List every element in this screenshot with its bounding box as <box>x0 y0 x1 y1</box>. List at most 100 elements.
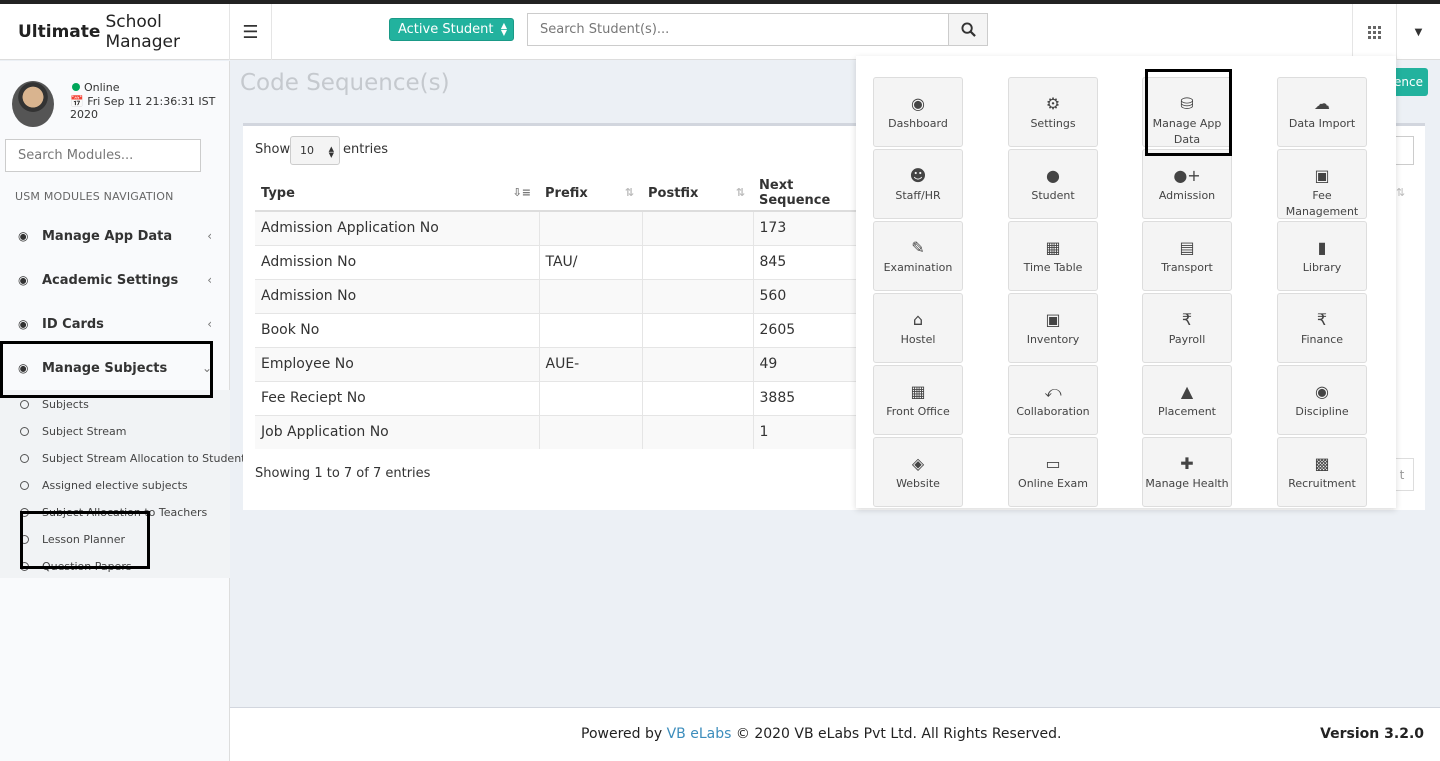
table-header-row: Type ⇩≡ Prefix ⇅ Postfix ⇅ Next Sequence <box>255 176 857 212</box>
app-tile-label: Hostel <box>900 333 936 346</box>
user-plus-icon: ●+ <box>1173 166 1201 185</box>
app-tile-label: Transport <box>1161 261 1213 274</box>
app-tile-admission[interactable]: ●+ Admission <box>1142 149 1232 219</box>
column-header-next-sequence[interactable]: Next Sequence <box>753 176 857 212</box>
app-tile-dashboard[interactable]: ◉ Dashboard <box>873 77 963 147</box>
student-search-input[interactable]: Search Student(s)... <box>527 13 949 46</box>
rupee-icon: ₹ <box>1316 310 1328 329</box>
sort-icon[interactable]: ⇅ <box>1396 186 1405 199</box>
app-tile-collaboration[interactable]: ⤺ Collaboration <box>1008 365 1098 435</box>
entries-length-select[interactable]: 10 ▲ ▼ <box>290 136 340 165</box>
header: Ultimate School Manager ☰ Active Student… <box>0 4 1440 60</box>
version-label: Version 3.2.0 <box>1320 726 1424 742</box>
app-tile-fee-management[interactable]: ▣ Fee Management <box>1277 149 1367 219</box>
code-sequence-table: Type ⇩≡ Prefix ⇅ Postfix ⇅ Next Sequence Ad… <box>255 176 858 449</box>
calendar-icon: 📅 <box>70 95 84 108</box>
sidebar-item-manage-app-data[interactable]: ◉ Manage App Data ‹ <box>0 216 230 256</box>
column-header-prefix[interactable]: Prefix ⇅ <box>539 176 642 212</box>
edit-icon: ✎ <box>911 238 925 257</box>
app-tile-label: Payroll <box>1168 333 1206 346</box>
cloud-upload-icon: ☁ <box>1314 94 1330 113</box>
app-tile-finance[interactable]: ₹ Finance <box>1277 293 1367 363</box>
powered-by-text: Powered by <box>581 726 663 742</box>
app-tile-front-office[interactable]: ▦ Front Office <box>873 365 963 435</box>
app-tile-student[interactable]: ● Student <box>1008 149 1098 219</box>
app-tile-recruitment[interactable]: ▩ Recruitment <box>1277 437 1367 507</box>
app-tile-website[interactable]: ◈ Website <box>873 437 963 507</box>
app-tile-label: Website <box>896 477 940 490</box>
entries-value: 10 <box>300 144 314 157</box>
nav-header: USM MODULES NAVIGATION <box>15 190 174 203</box>
dashboard-icon: ◉ <box>18 273 29 287</box>
dashboard-icon: ◉ <box>18 317 29 331</box>
cell-postfix <box>642 380 754 415</box>
page-title: Code Sequence(s) <box>240 70 450 96</box>
app-tile-staff-hr[interactable]: ☻ Staff/HR <box>873 149 963 219</box>
table-search-input[interactable] <box>1396 136 1414 165</box>
add-code-sequence-button[interactable]: ence <box>1392 68 1428 96</box>
cell-prefix: AUE- <box>539 346 643 381</box>
eye-icon: ◉ <box>1315 382 1329 401</box>
submenu-item-subjects[interactable]: Subjects <box>20 398 89 411</box>
app-tile-hostel[interactable]: ⌂ Hostel <box>873 293 963 363</box>
app-tile-data-import[interactable]: ☁ Data Import <box>1277 77 1367 147</box>
submenu-item-assigned-electives[interactable]: Assigned elective subjects <box>20 479 188 492</box>
app-tile-settings[interactable]: ⚙ Settings <box>1008 77 1098 147</box>
user-icon: ● <box>1046 166 1060 185</box>
submenu-item-stream-allocation[interactable]: Subject Stream Allocation to Students <box>20 452 251 465</box>
sidebar-item-academic-settings[interactable]: ◉ Academic Settings ‹ <box>0 260 230 300</box>
app-tile-label: Recruitment <box>1288 477 1356 490</box>
app-tile-inventory[interactable]: ▣ Inventory <box>1008 293 1098 363</box>
money-icon: ▣ <box>1314 166 1330 185</box>
footer: Powered by VB eLabs © 2020 VB eLabs Pvt … <box>230 707 1440 761</box>
cell-prefix <box>539 312 643 347</box>
highlight-box-lesson-planner <box>20 511 150 569</box>
user-menu-caret[interactable]: ▼ <box>1396 4 1440 60</box>
column-header-postfix[interactable]: Postfix ⇅ <box>642 176 753 212</box>
cell-type: Admission No <box>255 244 540 279</box>
app-tile-label: Front Office <box>886 405 950 418</box>
cell-next: 560 <box>753 278 858 313</box>
app-tile-placement[interactable]: ▲ Placement <box>1142 365 1232 435</box>
app-tile-discipline[interactable]: ◉ Discipline <box>1277 365 1367 435</box>
app-tile-time-table[interactable]: ▦ Time Table <box>1008 221 1098 291</box>
copyright-text: © 2020 VB eLabs Pvt Ltd. All Rights Rese… <box>735 726 1062 742</box>
cell-type: Admission Application No <box>255 210 540 245</box>
graduation-cap-icon: ▲ <box>1180 382 1194 401</box>
app-tile-manage-health[interactable]: ✚ Manage Health <box>1142 437 1232 507</box>
highlight-box-manage-subjects <box>0 341 213 398</box>
briefcase-icon: ▩ <box>1314 454 1330 473</box>
cell-prefix <box>539 380 643 415</box>
cell-type: Admission No <box>255 278 540 313</box>
sort-icon: ⇅ <box>735 186 745 199</box>
app-logo[interactable]: Ultimate School Manager <box>0 4 230 60</box>
search-button[interactable] <box>948 13 988 46</box>
submenu-label: Subject Stream Allocation to Students <box>42 452 252 465</box>
hamburger-menu-icon[interactable]: ☰ <box>230 4 272 60</box>
submenu-item-subject-stream[interactable]: Subject Stream <box>20 425 126 438</box>
module-search-input[interactable]: Search Modules... <box>5 139 201 172</box>
dashboard-icon: ◉ <box>18 229 29 243</box>
footer-copyright: Powered by VB eLabs © 2020 VB eLabs Pvt … <box>581 726 1061 742</box>
gears-icon: ⚙ <box>1045 94 1061 113</box>
student-filter-select[interactable]: Active Student ▲ ▼ <box>389 18 514 41</box>
home-icon: ⌂ <box>912 310 924 329</box>
medkit-icon: ✚ <box>1180 454 1194 473</box>
sidebar-item-id-cards[interactable]: ◉ ID Cards ‹ <box>0 304 230 344</box>
cell-type: Fee Reciept No <box>255 380 540 415</box>
app-tile-payroll[interactable]: ₹ Payroll <box>1142 293 1232 363</box>
apps-grid-button[interactable] <box>1352 4 1396 60</box>
app-tile-transport[interactable]: ▤ Transport <box>1142 221 1232 291</box>
cell-type: Job Application No <box>255 414 540 449</box>
online-dot-icon <box>72 83 80 91</box>
column-label: Type <box>261 185 295 201</box>
sidebar-item-label: Academic Settings <box>42 272 179 288</box>
company-link[interactable]: VB eLabs <box>667 726 732 742</box>
app-tile-examination[interactable]: ✎ Examination <box>873 221 963 291</box>
app-tile-label: Data Import <box>1288 117 1356 130</box>
column-header-type[interactable]: Type ⇩≡ <box>255 176 539 212</box>
app-tile-online-exam[interactable]: ▭ Online Exam <box>1008 437 1098 507</box>
user-status: Online <box>72 81 119 94</box>
app-tile-library[interactable]: ▮ Library <box>1277 221 1367 291</box>
table-row: Admission No TAU/845 <box>255 244 858 279</box>
